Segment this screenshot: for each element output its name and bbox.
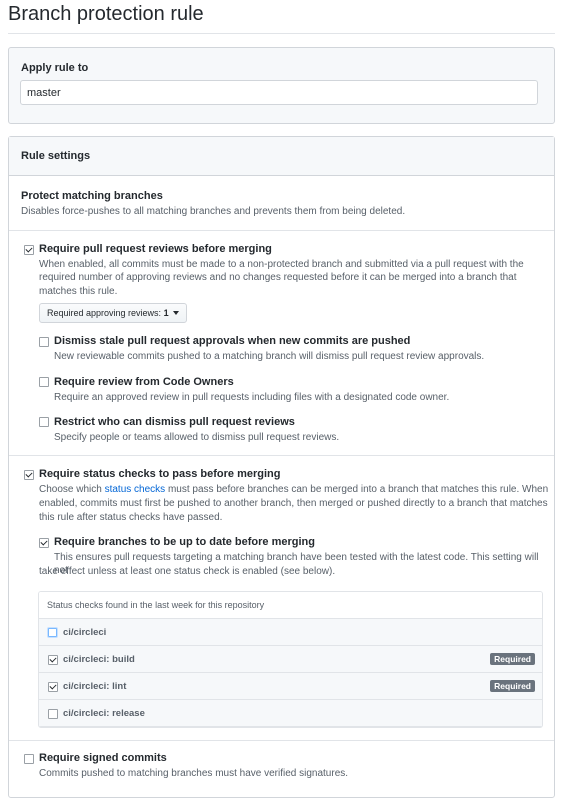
rule-settings-panel: Rule settings Protect matching branches … (8, 136, 555, 798)
require-reviews-desc-3: matches this rule. (39, 286, 118, 297)
require-status-desc-1: Choose which status checks must pass bef… (39, 484, 549, 495)
status-check-row[interactable]: ci/circleci: release (39, 700, 542, 727)
require-status-checkbox[interactable] (24, 470, 34, 480)
restrict-dismiss-desc: Specify people or teams allowed to dismi… (54, 432, 340, 443)
status-checks-list: Status checks found in the last week for… (38, 591, 543, 728)
required-badge: Required (490, 653, 535, 665)
up-to-date-checkbox[interactable] (39, 538, 49, 548)
page-title: Branch protection rule (8, 3, 204, 25)
required-badge: Required (490, 680, 535, 692)
require-reviews-title: Require pull request reviews before merg… (39, 243, 272, 255)
status-check-name: ci/circleci (63, 627, 107, 638)
apply-rule-panel: Apply rule to (8, 47, 555, 124)
require-status-title: Require status checks to pass before mer… (39, 468, 281, 480)
approving-reviews-select[interactable]: Required approving reviews: 1 (39, 303, 187, 323)
require-status-desc-2: enabled, commits must first be pushed to… (39, 498, 548, 509)
status-check-name: ci/circleci: lint (63, 681, 127, 692)
protect-title: Protect matching branches (21, 190, 163, 202)
signed-commits-title: Require signed commits (39, 752, 167, 764)
restrict-dismiss-title: Restrict who can dismiss pull request re… (54, 416, 295, 428)
rule-settings-header: Rule settings (9, 137, 554, 176)
code-owners-title: Require review from Code Owners (54, 376, 234, 388)
restrict-dismiss-checkbox[interactable] (39, 417, 49, 427)
section-divider (9, 455, 554, 456)
status-check-checkbox[interactable] (48, 682, 58, 692)
status-check-checkbox[interactable] (48, 628, 57, 637)
require-reviews-checkbox[interactable] (24, 245, 34, 255)
code-owners-desc: Require an approved review in pull reque… (54, 392, 450, 403)
status-checks-header: Status checks found in the last week for… (39, 592, 542, 619)
status-checks-link[interactable]: status checks (105, 484, 166, 495)
dismiss-stale-title: Dismiss stale pull request approvals whe… (54, 335, 411, 347)
status-check-name: ci/circleci: release (63, 708, 145, 719)
dismiss-stale-checkbox[interactable] (39, 337, 49, 347)
status-check-name: ci/circleci: build (63, 654, 135, 665)
section-divider (9, 230, 554, 231)
up-to-date-desc-2: take effect unless at least one status c… (39, 566, 336, 577)
chevron-down-icon (172, 311, 179, 315)
status-check-row[interactable]: ci/circleci: lint Required (39, 673, 542, 700)
dismiss-stale-desc: New reviewable commits pushed to a match… (54, 351, 485, 362)
rule-settings-title: Rule settings (21, 150, 91, 162)
section-divider (9, 740, 554, 741)
protect-desc: Disables force-pushes to all matching br… (21, 206, 406, 217)
title-divider (8, 33, 555, 34)
status-checks-header-text: Status checks found in the last week for… (47, 600, 265, 610)
require-reviews-desc-2: required number of approving reviews and… (39, 272, 517, 283)
require-reviews-desc-1: When enabled, all commits must be made t… (39, 259, 524, 270)
status-check-checkbox[interactable] (48, 655, 58, 665)
status-check-checkbox[interactable] (48, 709, 58, 719)
apply-rule-label: Apply rule to (21, 62, 89, 74)
approving-reviews-label: Required approving reviews: (47, 308, 162, 318)
branch-pattern-input[interactable] (20, 80, 538, 105)
code-owners-checkbox[interactable] (39, 377, 49, 387)
require-status-desc-3: this rule after status checks have passe… (39, 512, 223, 523)
signed-commits-checkbox[interactable] (24, 754, 34, 764)
up-to-date-title: Require branches to be up to date before… (54, 536, 315, 548)
status-check-row[interactable]: ci/circleci: build Required (39, 646, 542, 673)
approving-reviews-value: 1 (163, 308, 169, 318)
status-check-row[interactable]: ci/circleci (39, 619, 542, 646)
